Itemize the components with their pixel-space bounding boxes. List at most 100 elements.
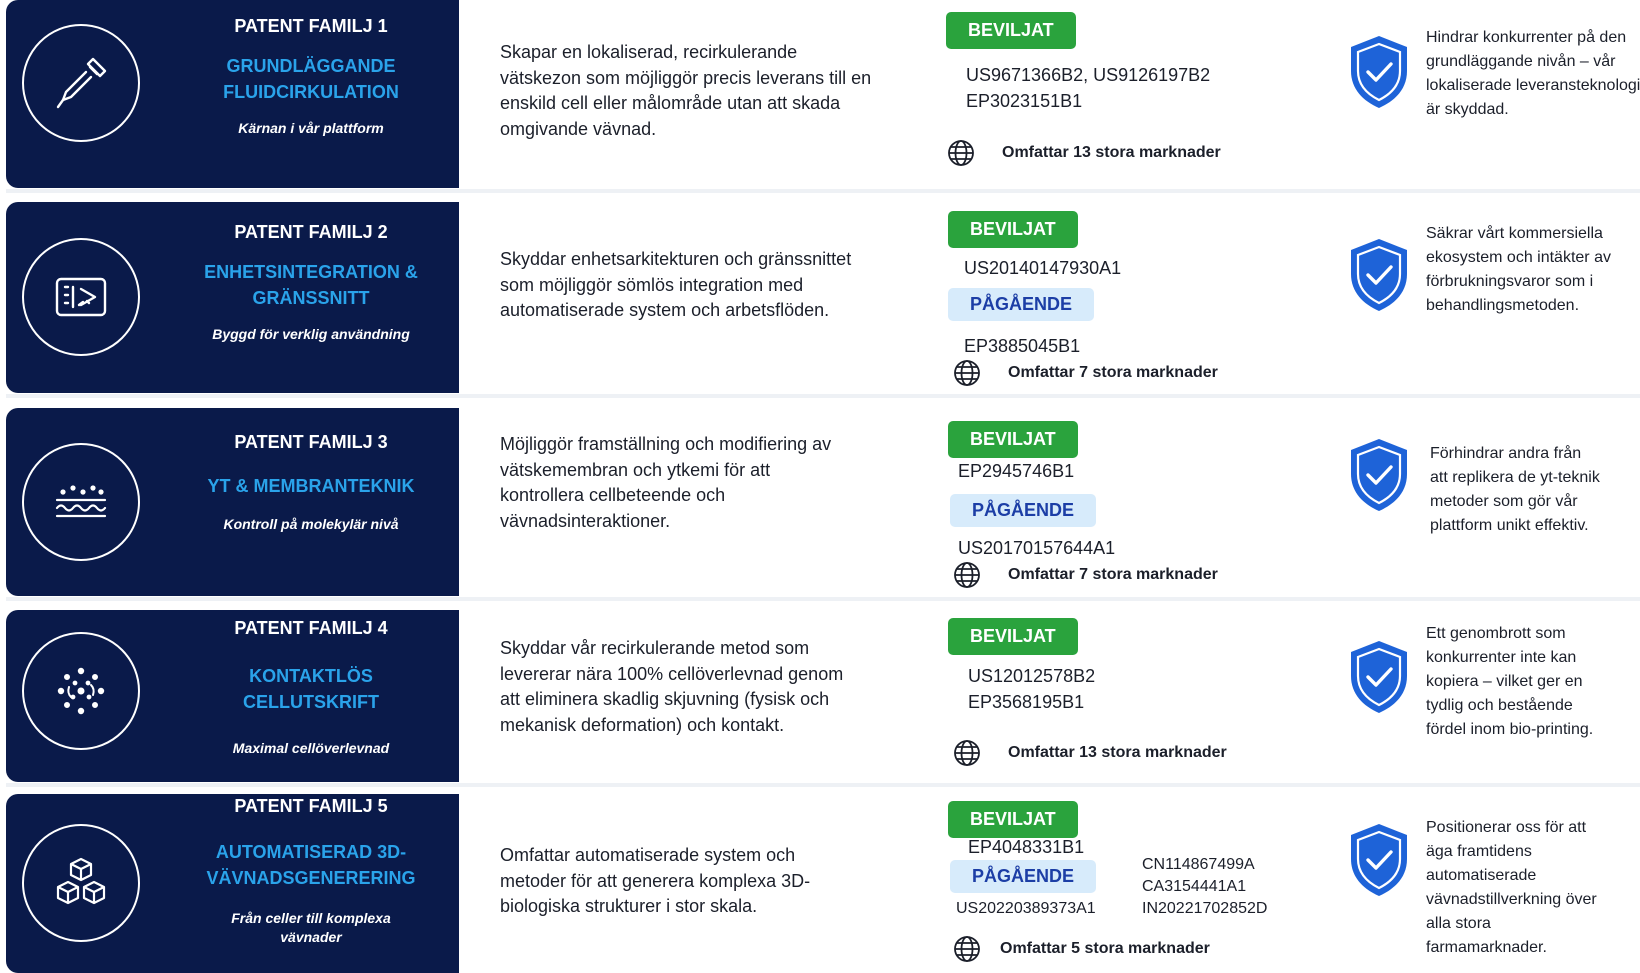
family-panel: PATENT FAMILJ 1 GRUNDLÄGGANDE FLUIDCIRKU…	[6, 0, 459, 188]
status-pending-badge: PÅGÅENDE	[950, 860, 1097, 893]
patent-numbers: EP3023151B1	[966, 91, 1083, 111]
row-divider	[6, 189, 1640, 193]
patent-numbers: CN114867499A	[1142, 856, 1255, 873]
status-pending-badge: PÅGÅENDE	[950, 494, 1097, 527]
family-tagline: vävnader	[280, 929, 342, 945]
patent-row-2: PATENT FAMILJ 2 ENHETSINTEGRATION & GRÄN…	[6, 202, 1640, 393]
patent-row-4: PATENT FAMILJ 4 KONTAKTLÖS CELLUTSKRIFT …	[6, 610, 1640, 782]
family-description: Omfattar automatiserade system och metod…	[500, 845, 811, 916]
family-title-line: GRUNDLÄGGANDE	[226, 56, 396, 76]
family-panel: PATENT FAMILJ 5 AUTOMATISERAD 3D- VÄVNAD…	[6, 794, 459, 973]
family-description: Möjliggör framställning och modifiering …	[500, 434, 832, 531]
shield-check-icon	[1351, 239, 1407, 311]
family-label: PATENT FAMILJ 2	[234, 222, 388, 242]
row-divider	[6, 394, 1640, 398]
family-label: PATENT FAMILJ 1	[234, 16, 388, 36]
family-title-line: FLUIDCIRKULATION	[223, 82, 399, 102]
shield-check-icon	[1351, 824, 1407, 896]
cubes-icon	[56, 857, 106, 905]
markets-text: Omfattar 7 stora marknader	[1008, 364, 1218, 381]
markets-text: Omfattar 13 stora marknader	[1008, 744, 1227, 761]
family-benefit: Förhindrar andra från att replikera de y…	[1430, 445, 1600, 534]
patent-status-block: BEVILJAT US12012578B2 EP3568195B1 Omfatt…	[916, 610, 1306, 782]
status-granted-badge: BEVILJAT	[948, 211, 1078, 248]
family-icon-circle	[22, 24, 140, 142]
patent-numbers: EP3568195B1	[968, 692, 1085, 712]
membrane-icon	[55, 485, 107, 518]
family-panel: PATENT FAMILJ 4 KONTAKTLÖS CELLUTSKRIFT …	[6, 610, 459, 782]
markets-coverage: Omfattar 5 stora marknader	[952, 934, 1210, 964]
family-description: Skyddar vår recirkulerande metod som lev…	[500, 638, 844, 735]
status-pending-badge: PÅGÅENDE	[948, 288, 1095, 321]
globe-icon	[954, 562, 980, 588]
family-panel: PATENT FAMILJ 3 YT & MEMBRANTEKNIK Kontr…	[6, 408, 459, 596]
patent-status-block: BEVILJAT US20140147930A1 PÅGÅENDE EP3885…	[916, 202, 1306, 393]
family-tagline: Maximal cellöverlevnad	[232, 740, 390, 756]
family-panel: PATENT FAMILJ 2 ENHETSINTEGRATION & GRÄN…	[6, 202, 459, 393]
family-benefit: Hindrar konkurrenter på den grundläggand…	[1426, 29, 1640, 118]
family-description: Skapar en lokaliserad, recirkulerande vä…	[500, 42, 872, 139]
family-title-line: VÄVNADSGENERERING	[206, 868, 416, 888]
family-title-line: YT & MEMBRANTEKNIK	[207, 476, 415, 496]
status-granted-badge: BEVILJAT	[948, 421, 1078, 458]
family-description: Skyddar enhetsarkitekturen och gränssnit…	[500, 249, 852, 320]
markets-text: Omfattar 13 stora marknader	[1002, 144, 1221, 161]
shield-check-icon	[1351, 641, 1407, 713]
row-divider	[6, 783, 1640, 787]
device-interface-icon	[55, 277, 107, 317]
family-title-line: AUTOMATISERAD 3D-	[215, 842, 407, 862]
patent-numbers: EP3885045B1	[964, 336, 1081, 356]
patent-numbers: EP2945746B1	[958, 461, 1075, 481]
patent-row-1: PATENT FAMILJ 1 GRUNDLÄGGANDE FLUIDCIRKU…	[6, 0, 1640, 188]
status-granted-badge: BEVILJAT	[948, 618, 1078, 655]
shield-check-icon	[1351, 439, 1407, 511]
family-icon-circle	[22, 443, 140, 561]
globe-icon	[948, 140, 974, 166]
markets-coverage: Omfattar 13 stora marknader	[946, 138, 1221, 168]
globe-icon	[954, 936, 980, 962]
family-tagline: Byggd för verklig användning	[212, 326, 410, 342]
patent-status-block: BEVILJAT EP2945746B1 PÅGÅENDE US20170157…	[916, 408, 1306, 596]
family-title-line: CELLUTSKRIFT	[243, 692, 379, 712]
globe-icon	[954, 360, 980, 386]
patent-numbers: EP4048331B1	[968, 837, 1085, 857]
markets-text: Omfattar 5 stora marknader	[1000, 940, 1210, 957]
patent-numbers: US20170157644A1	[958, 538, 1116, 558]
family-tagline: Från celler till komplexa	[231, 910, 391, 926]
patent-row-5: PATENT FAMILJ 5 AUTOMATISERAD 3D- VÄVNAD…	[6, 794, 1640, 973]
status-granted-badge: BEVILJAT	[948, 801, 1078, 838]
family-title-line: KONTAKTLÖS	[249, 666, 373, 686]
status-granted-badge: BEVILJAT	[946, 12, 1076, 49]
family-label: PATENT FAMILJ 4	[234, 618, 388, 638]
patent-row-3: PATENT FAMILJ 3 YT & MEMBRANTEKNIK Kontr…	[6, 408, 1640, 596]
globe-icon	[954, 740, 980, 766]
markets-coverage: Omfattar 13 stora marknader	[952, 738, 1227, 768]
patent-numbers: US20140147930A1	[964, 258, 1122, 278]
family-icon-circle	[22, 824, 140, 942]
family-icon-circle	[22, 238, 140, 356]
family-benefit: Säkrar vårt kommersiella ekosystem och i…	[1426, 225, 1611, 314]
markets-coverage: Omfattar 7 stora marknader	[952, 358, 1218, 388]
row-divider	[6, 597, 1640, 601]
patent-status-block: BEVILJAT EP4048331B1 PÅGÅENDE US20220389…	[916, 794, 1306, 973]
family-label: PATENT FAMILJ 5	[234, 796, 388, 816]
family-icon-circle	[22, 632, 140, 750]
patent-status-block: BEVILJAT US9671366B2, US9126197B2 EP3023…	[916, 0, 1306, 188]
family-benefit: Positionerar oss för att äga framtidens …	[1426, 819, 1597, 956]
markets-text: Omfattar 7 stora marknader	[1008, 566, 1218, 583]
cell-scatter-icon	[57, 667, 105, 715]
family-title-line: GRÄNSSNITT	[252, 288, 370, 308]
patent-numbers: US9671366B2, US9126197B2	[966, 65, 1211, 85]
family-title-line: ENHETSINTEGRATION &	[204, 262, 418, 282]
shield-check-icon	[1351, 36, 1407, 108]
patent-numbers: CA3154441A1	[1142, 878, 1247, 895]
family-tagline: Kärnan i vår plattform	[238, 120, 384, 136]
patent-numbers: US12012578B2	[968, 666, 1096, 686]
family-tagline: Kontroll på molekylär nivå	[223, 516, 399, 532]
dropper-icon	[56, 57, 107, 109]
markets-coverage: Omfattar 7 stora marknader	[952, 560, 1218, 590]
family-benefit: Ett genombrott som konkurrenter inte kan…	[1426, 625, 1594, 738]
family-label: PATENT FAMILJ 3	[234, 432, 388, 452]
patent-numbers: US20220389373A1	[956, 900, 1096, 917]
patent-numbers: IN20221702852D	[1142, 900, 1268, 917]
